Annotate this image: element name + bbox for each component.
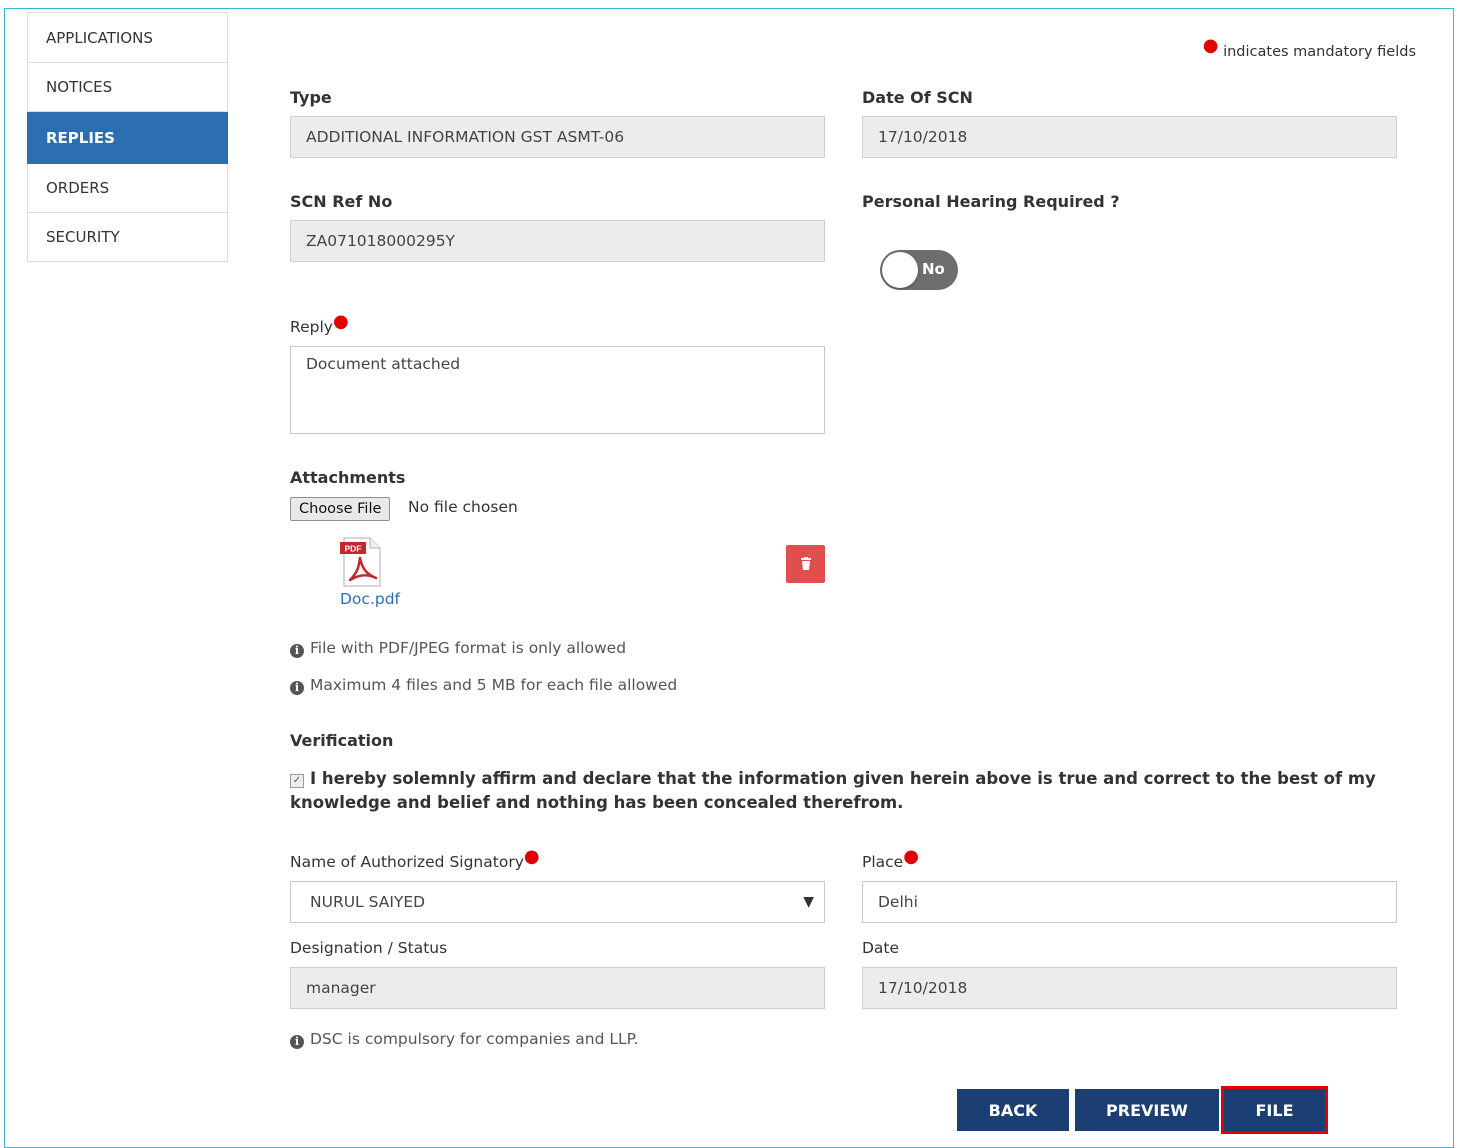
date-scn-label: Date Of SCN [862, 88, 973, 107]
sidebar-item-label: SECURITY [46, 228, 120, 246]
sidebar-item-label: APPLICATIONS [46, 28, 153, 47]
date-scn-field: 17/10/2018 [862, 116, 1397, 158]
sidebar-item-applications[interactable]: APPLICATIONS [27, 12, 228, 63]
designation-label: Designation / Status [290, 939, 448, 957]
signatory-label-text: Name of Authorized Signatory [290, 853, 524, 871]
delete-attachment-button[interactable] [786, 545, 825, 583]
date-field: 17/10/2018 [862, 967, 1397, 1009]
file-button[interactable]: FILE [1221, 1086, 1328, 1134]
declaration-text: I hereby solemnly affirm and declare tha… [290, 769, 1376, 812]
info-format: i File with PDF/JPEG format is only allow… [290, 639, 626, 658]
dsc-note-text: DSC is compulsory for companies and LLP. [310, 1030, 639, 1048]
verification-label: Verification [290, 731, 394, 750]
toggle-state: No [922, 260, 945, 278]
declaration: ✓ I hereby solemnly affirm and declare th… [290, 767, 1380, 815]
date-label: Date [862, 939, 900, 957]
type-value: ADDITIONAL INFORMATION GST ASMT-06 [306, 128, 625, 146]
signatory-select[interactable]: NURUL SAIYED ▼ [290, 881, 825, 923]
reply-label: Reply● [290, 313, 349, 337]
info-max-text: Maximum 4 files and 5 MB for each file a… [310, 676, 678, 694]
reply-textarea[interactable]: Document attached [290, 346, 825, 434]
scn-ref-label: SCN Ref No [290, 192, 393, 211]
sidebar: APPLICATIONS NOTICES REPLIES ORDERS SECU… [27, 12, 228, 262]
hearing-toggle[interactable]: No [880, 250, 958, 290]
sidebar-item-security[interactable]: SECURITY [27, 213, 228, 262]
sidebar-item-orders[interactable]: ORDERS [27, 164, 228, 213]
type-field: ADDITIONAL INFORMATION GST ASMT-06 [290, 116, 825, 158]
back-button[interactable]: BACK [957, 1089, 1069, 1131]
reply-label-text: Reply [290, 318, 333, 336]
attachment-filename-link[interactable]: Doc.pdf [340, 590, 400, 608]
mandatory-note: ● indicates mandatory fields [1203, 37, 1416, 61]
place-label: Place● [862, 848, 919, 872]
place-input[interactable]: Delhi [862, 881, 1397, 923]
date-scn-value: 17/10/2018 [878, 128, 968, 146]
chevron-down-icon: ▼ [803, 894, 814, 910]
sidebar-item-replies[interactable]: REPLIES [27, 112, 228, 164]
scn-ref-value: ZA071018000295Y [306, 232, 456, 250]
designation-field: manager [290, 967, 825, 1009]
scn-ref-field: ZA071018000295Y [290, 220, 825, 262]
required-dot-icon: ● [903, 846, 919, 867]
info-icon: i [290, 1035, 304, 1049]
reply-value: Document attached [306, 355, 461, 373]
pdf-badge-text: PDF [345, 544, 362, 554]
signatory-value: NURUL SAIYED [310, 893, 426, 911]
choose-file-button[interactable]: Choose File [290, 497, 391, 521]
sidebar-item-label: ORDERS [46, 179, 110, 197]
mandatory-note-text: indicates mandatory fields [1223, 44, 1416, 60]
info-icon: i [290, 681, 304, 695]
info-icon: i [290, 644, 304, 658]
sidebar-item-label: REPLIES [46, 128, 115, 147]
designation-value: manager [306, 979, 376, 997]
required-dot-icon: ● [332, 311, 349, 332]
place-label-text: Place [862, 853, 904, 871]
sidebar-item-notices[interactable]: NOTICES [27, 63, 228, 112]
attachments-label: Attachments [290, 468, 406, 487]
required-dot-icon: ● [1202, 35, 1219, 56]
declaration-checkbox[interactable]: ✓ [290, 774, 304, 788]
type-label: Type [290, 88, 332, 107]
sidebar-item-label: NOTICES [46, 78, 113, 96]
hearing-label: Personal Hearing Required ? [862, 192, 1120, 211]
date-value: 17/10/2018 [878, 979, 968, 997]
dsc-note: i DSC is compulsory for companies and LLP… [290, 1030, 639, 1049]
info-format-text: File with PDF/JPEG format is only allowe… [310, 639, 627, 657]
pdf-file-icon[interactable]: PDF [340, 536, 382, 588]
place-value: Delhi [878, 893, 918, 911]
preview-button[interactable]: PREVIEW [1075, 1089, 1219, 1131]
no-file-text: No file chosen [408, 498, 518, 516]
trash-icon [800, 557, 811, 570]
signatory-label: Name of Authorized Signatory● [290, 848, 540, 872]
required-dot-icon: ● [523, 846, 540, 867]
info-max: i Maximum 4 files and 5 MB for each file … [290, 676, 677, 695]
toggle-knob [882, 252, 918, 288]
